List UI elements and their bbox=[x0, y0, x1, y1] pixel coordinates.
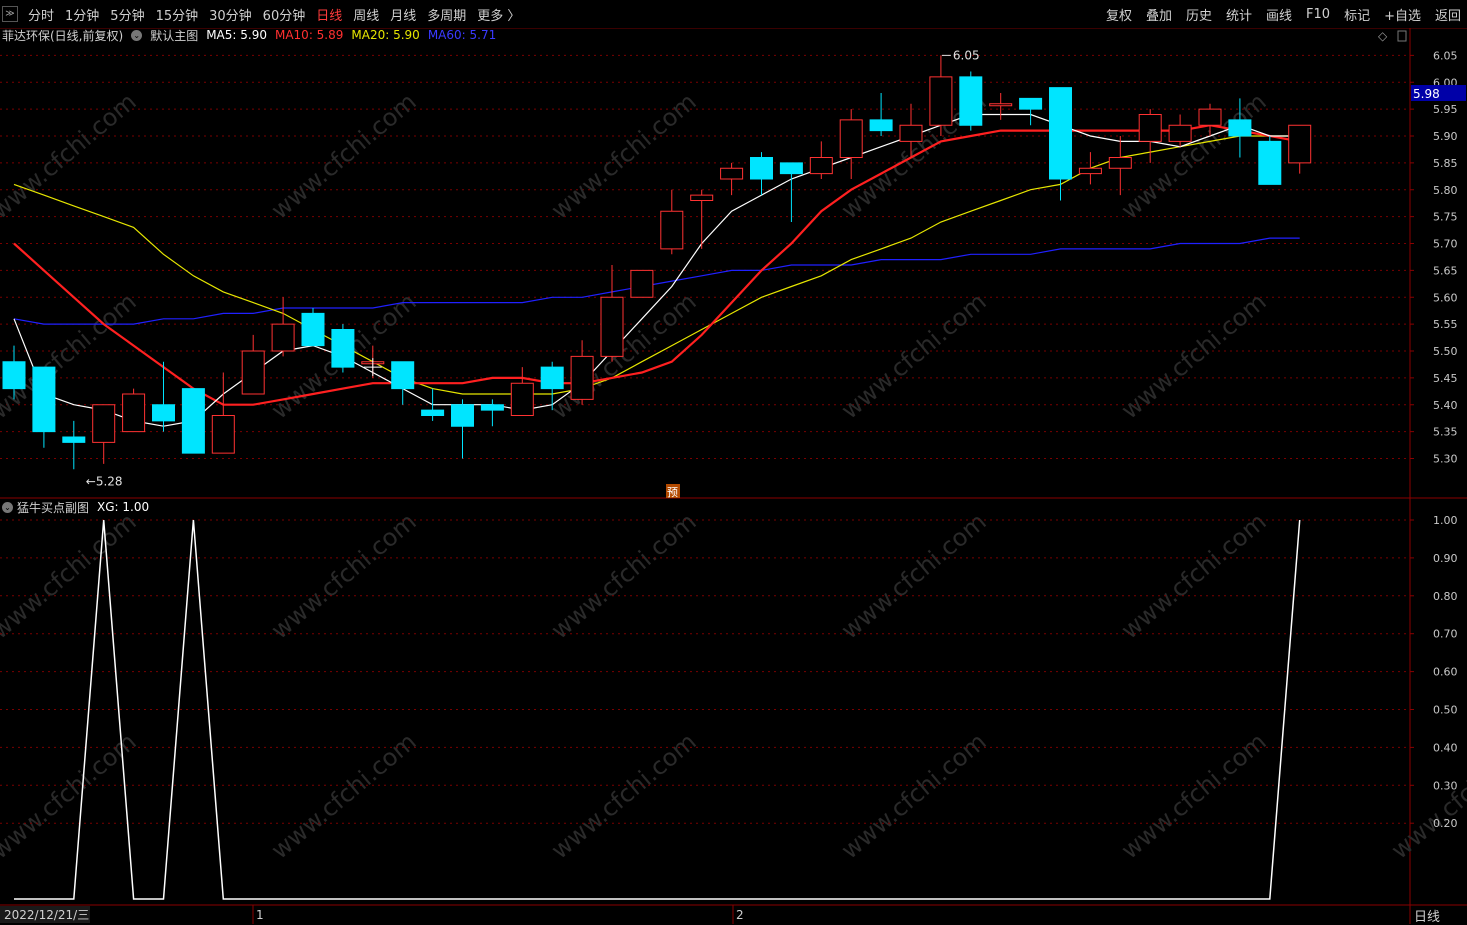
price-tick-label: 5.65 bbox=[1433, 264, 1458, 277]
price-tick-label: 5.90 bbox=[1433, 130, 1458, 143]
candle-body bbox=[1049, 87, 1072, 180]
candle-body bbox=[959, 76, 983, 126]
indicator-tick-label: 0.40 bbox=[1433, 741, 1458, 754]
candle-body bbox=[570, 355, 594, 400]
watermark-text: www.cfchi.com bbox=[836, 287, 992, 424]
ma20-line bbox=[13, 135, 1300, 395]
start-date-label: 2022/12/21/三 bbox=[4, 908, 89, 922]
indicator-tick-label: 1.00 bbox=[1433, 514, 1458, 527]
candle-body bbox=[510, 382, 534, 416]
indicator-tick-label: 0.50 bbox=[1433, 704, 1458, 717]
watermark-text: www.cfchi.com bbox=[0, 727, 142, 864]
candle-body bbox=[421, 409, 445, 416]
candle-body bbox=[451, 404, 474, 427]
candle-body bbox=[2, 361, 26, 390]
price-tick-label: 6.05 bbox=[1433, 49, 1458, 62]
xg-line bbox=[14, 519, 1301, 900]
candle-body bbox=[839, 119, 863, 158]
price-tick-label: 5.85 bbox=[1433, 157, 1458, 170]
indicator-tick-label: 0.80 bbox=[1433, 590, 1458, 603]
scroll-icon bbox=[1397, 30, 1407, 42]
price-tick-label: 5.50 bbox=[1433, 345, 1458, 358]
watermark-text: www.cfchi.com bbox=[836, 507, 992, 644]
watermark-text: www.cfchi.com bbox=[1116, 727, 1272, 864]
watermark-text: www.cfchi.com bbox=[266, 507, 422, 644]
watermark-text: www.cfchi.com bbox=[546, 87, 702, 224]
candle-body bbox=[989, 103, 1013, 107]
candle-body bbox=[92, 404, 116, 443]
candle-body bbox=[1138, 114, 1162, 142]
ma5-line bbox=[13, 113, 1300, 427]
price-tick-label: 5.40 bbox=[1433, 399, 1458, 412]
candle-body bbox=[540, 366, 564, 390]
indicator-tick-label: 0.20 bbox=[1433, 817, 1458, 830]
price-tick-label: 5.30 bbox=[1433, 453, 1458, 466]
price-tick-label: 5.35 bbox=[1433, 426, 1458, 439]
indicator-tick-label: 0.30 bbox=[1433, 779, 1458, 792]
ma10-line bbox=[13, 124, 1300, 406]
candle-body bbox=[1078, 167, 1102, 175]
watermark-text: www.cfchi.com bbox=[1116, 287, 1272, 424]
candle-body bbox=[271, 323, 295, 352]
candle-body bbox=[690, 194, 714, 201]
candle-body bbox=[1198, 108, 1222, 126]
crosshair-icon bbox=[363, 358, 382, 377]
candle-body bbox=[152, 404, 175, 422]
low-marker: ←5.28 bbox=[86, 474, 123, 488]
candle-body bbox=[869, 119, 893, 132]
indicator-tick-label: 0.70 bbox=[1433, 628, 1458, 641]
candle-body bbox=[480, 404, 504, 411]
candle-body bbox=[32, 366, 56, 433]
candle-body bbox=[630, 269, 654, 298]
candle-body bbox=[779, 162, 803, 175]
forecast-badge-text: 预 bbox=[667, 486, 678, 499]
watermark-text: www.cfchi.com bbox=[1116, 507, 1272, 644]
current-price-label: 5.98 bbox=[1413, 87, 1440, 101]
candle-body bbox=[750, 157, 773, 180]
candle-body bbox=[1228, 119, 1252, 137]
candle-body bbox=[899, 124, 923, 142]
period-indicator: 日线 bbox=[1414, 910, 1441, 925]
price-tick-label: 5.55 bbox=[1433, 318, 1458, 331]
price-tick-label: 5.80 bbox=[1433, 184, 1458, 197]
candle-body bbox=[181, 388, 205, 454]
month-label: 1 bbox=[256, 908, 264, 922]
candle-body bbox=[660, 210, 684, 250]
diamond-icon: ◇ bbox=[1378, 29, 1388, 43]
kline-chart[interactable]: 6.056.005.955.905.855.805.755.705.655.60… bbox=[0, 0, 1467, 924]
candle-body bbox=[809, 157, 833, 175]
candle-body bbox=[1258, 140, 1282, 185]
watermark-text: www.cfchi.com bbox=[266, 727, 422, 864]
high-marker: 6.05 bbox=[953, 48, 980, 62]
candle-body bbox=[391, 361, 415, 390]
watermark-text: www.cfchi.com bbox=[546, 507, 702, 644]
watermark-text: www.cfchi.com bbox=[0, 87, 142, 224]
candle-body bbox=[211, 415, 235, 454]
price-tick-label: 5.75 bbox=[1433, 211, 1458, 224]
indicator-tick-label: 0.90 bbox=[1433, 552, 1458, 565]
candle-body bbox=[720, 167, 744, 180]
price-tick-label: 5.95 bbox=[1433, 103, 1458, 116]
candle-body bbox=[241, 350, 265, 395]
candle-body bbox=[1168, 124, 1192, 142]
candle-body bbox=[1288, 124, 1312, 164]
candle-body bbox=[62, 436, 86, 443]
price-tick-label: 5.45 bbox=[1433, 372, 1458, 385]
watermark-text: www.cfchi.com bbox=[266, 87, 422, 224]
watermark-text: www.cfchi.com bbox=[546, 727, 702, 864]
price-tick-label: 5.70 bbox=[1433, 238, 1458, 251]
price-tick-label: 5.60 bbox=[1433, 291, 1458, 304]
candle-body bbox=[331, 329, 355, 368]
candle-body bbox=[1019, 97, 1043, 110]
candle-body bbox=[301, 312, 325, 347]
candle-body bbox=[1108, 157, 1132, 169]
watermark-text: www.cfchi.com bbox=[0, 507, 142, 644]
watermark-text: www.cfchi.com bbox=[836, 727, 992, 864]
candle-body bbox=[600, 296, 624, 357]
candle-body bbox=[929, 76, 953, 126]
month-label: 2 bbox=[736, 908, 744, 922]
indicator-tick-label: 0.60 bbox=[1433, 666, 1458, 679]
candle-body bbox=[122, 393, 146, 433]
watermark-text: www.cfchi.com bbox=[1116, 87, 1272, 224]
